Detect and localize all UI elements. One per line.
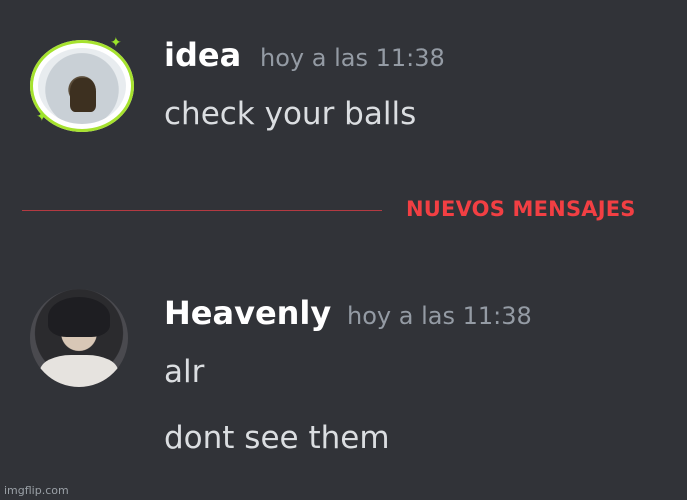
avatar-hair bbox=[48, 297, 110, 337]
timestamp: hoy a las 11:38 bbox=[260, 44, 445, 72]
new-messages-label: NUEVOS MENSAJES bbox=[406, 197, 636, 221]
message-text: check your balls bbox=[164, 96, 417, 132]
watermark: imgflip.com bbox=[4, 484, 69, 497]
author-name[interactable]: idea bbox=[164, 36, 241, 74]
author-name[interactable]: Heavenly bbox=[164, 294, 331, 332]
message-text: alr bbox=[164, 354, 205, 390]
sparkle-icon: ✦ bbox=[110, 35, 122, 51]
message-text: dont see them bbox=[164, 420, 390, 456]
avatar-figure bbox=[70, 78, 96, 112]
sparkle-icon: ✦ bbox=[36, 109, 48, 125]
avatar-shoulders bbox=[40, 355, 118, 387]
avatar[interactable] bbox=[30, 289, 128, 387]
timestamp: hoy a las 11:38 bbox=[347, 302, 532, 330]
new-messages-divider-line bbox=[22, 210, 382, 211]
